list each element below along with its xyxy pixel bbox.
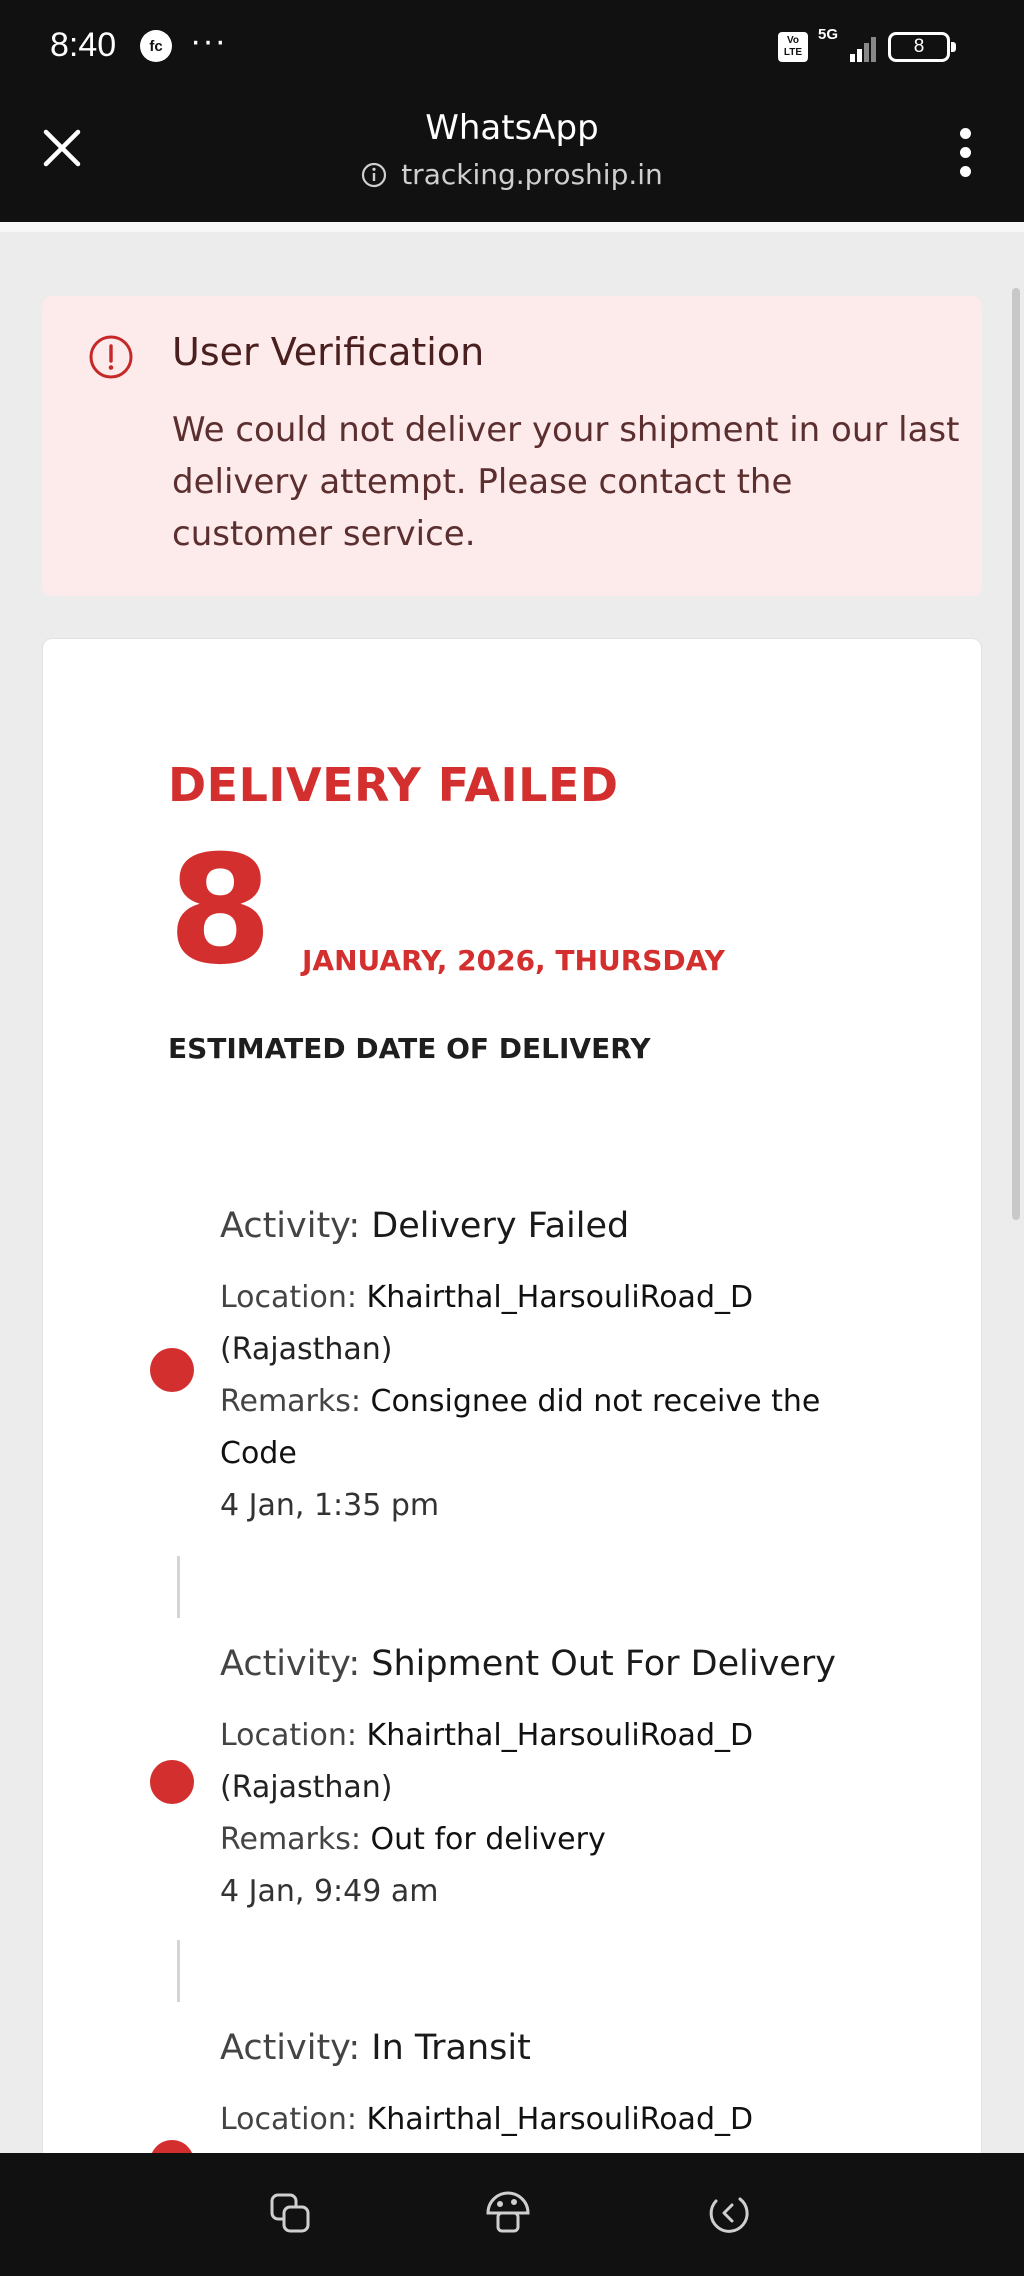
activity-time: 4 Jan, 9:49 am — [220, 1874, 439, 1909]
delivery-status: DELIVERY FAILED — [168, 758, 619, 812]
location-label: Location: — [220, 1280, 367, 1315]
timeline-dot — [150, 1348, 194, 1392]
location-value: Khairthal_HarsouliRoad_D — [366, 1280, 754, 1315]
activity-title: Activity: Delivery Failed — [220, 1202, 820, 1250]
region: (Rajasthan) — [220, 1332, 393, 1367]
remarks-value: Consignee did not receive the — [370, 1384, 821, 1419]
region: (Rajasthan) — [220, 1770, 393, 1805]
timeline-connector — [177, 1556, 180, 1618]
battery-icon: 8 — [888, 32, 956, 62]
notification-app-icon: fc — [140, 30, 172, 62]
location-value: Khairthal_HarsouliRoad_D — [366, 2102, 754, 2137]
home-icon[interactable] — [480, 2185, 536, 2241]
remarks-label: Remarks: — [220, 1822, 371, 1857]
more-vert-icon[interactable] — [950, 128, 982, 178]
location-value: Khairthal_HarsouliRoad_D — [366, 1718, 754, 1753]
timeline-item: Activity: In Transit Location: Khairthal… — [220, 2024, 753, 2146]
remarks-value: Out for delivery — [370, 1822, 606, 1857]
remarks-label: Remarks: — [220, 1384, 371, 1419]
activity-label: Activity: — [220, 2028, 372, 2068]
alert-message: We could not deliver your shipment in ou… — [172, 410, 960, 554]
activity-value: Delivery Failed — [371, 1206, 630, 1246]
signal-icon — [850, 34, 878, 62]
page-scrollbar[interactable] — [1012, 288, 1020, 1220]
activity-title: Activity: In Transit — [220, 2024, 753, 2072]
remarks-continued: Code — [220, 1436, 297, 1471]
back-icon[interactable] — [700, 2185, 756, 2241]
remarks-line: Remarks: Out for delivery — [220, 1814, 836, 1866]
timeline-connector — [177, 1940, 180, 2002]
timeline-item: Activity: Delivery Failed Location: Khai… — [220, 1202, 820, 1532]
volte-icon: Vo LTE — [778, 32, 808, 62]
url-text: tracking.proship.in — [401, 158, 663, 191]
timeline-item: Activity: Shipment Out For Delivery Loca… — [220, 1640, 836, 1918]
activity-label: Activity: — [220, 1206, 372, 1246]
activity-title: Activity: Shipment Out For Delivery — [220, 1640, 836, 1688]
alert-circle-icon — [89, 335, 133, 379]
timeline-dot — [150, 1760, 194, 1804]
page-divider — [0, 222, 1024, 232]
more-notifications-icon: ··· — [190, 22, 227, 60]
recent-apps-icon[interactable] — [262, 2185, 318, 2241]
delivery-date: JANUARY, 2026, THURSDAY — [302, 944, 725, 977]
location-label: Location: — [220, 2102, 367, 2137]
location-line: Location: Khairthal_HarsouliRoad_D — [220, 1710, 836, 1762]
activity-value: In Transit — [371, 2028, 531, 2068]
alert-title: User Verification — [172, 330, 485, 374]
browser-title: WhatsApp — [425, 108, 599, 148]
activity-label: Activity: — [220, 1644, 372, 1684]
browser-toolbar: WhatsApp tracking.proship.in — [0, 92, 1024, 222]
location-label: Location: — [220, 1718, 367, 1753]
status-time: 8:40 — [50, 26, 117, 64]
status-bar: 8:40 fc ··· Vo LTE 5G 8 — [0, 0, 1024, 92]
activity-time: 4 Jan, 1:35 pm — [220, 1488, 440, 1523]
delivery-day: 8 — [168, 824, 273, 998]
browser-url[interactable]: tracking.proship.in — [0, 158, 1024, 191]
battery-level: 8 — [913, 36, 925, 57]
info-icon[interactable] — [361, 162, 387, 188]
system-navigation-bar — [0, 2153, 1024, 2276]
estimated-date-label: ESTIMATED DATE OF DELIVERY — [168, 1032, 651, 1065]
remarks-line: Remarks: Consignee did not receive the — [220, 1376, 820, 1428]
network-type: 5G — [818, 26, 839, 43]
location-line: Location: Khairthal_HarsouliRoad_D — [220, 2094, 753, 2146]
location-line: Location: Khairthal_HarsouliRoad_D — [220, 1272, 820, 1324]
activity-value: Shipment Out For Delivery — [371, 1644, 836, 1684]
